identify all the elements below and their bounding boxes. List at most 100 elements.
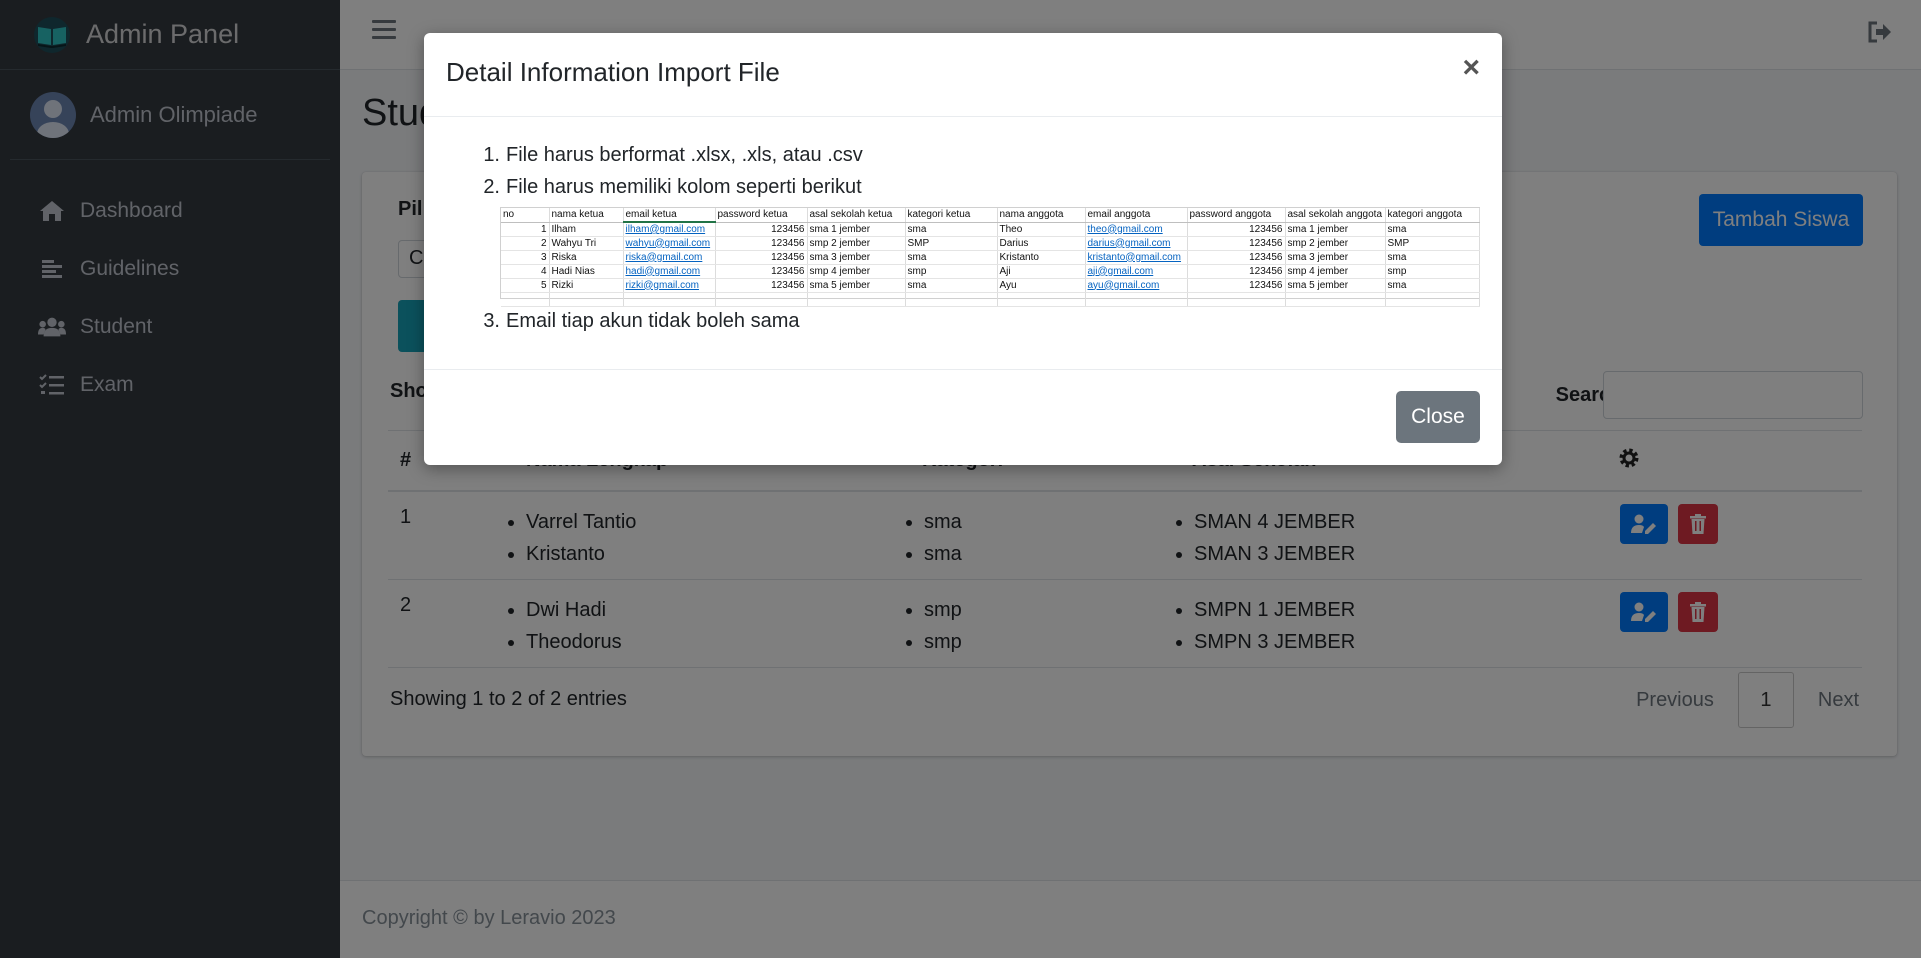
sheet-header-cell: password anggota [1187, 208, 1286, 223]
sheet-cell: SMP [905, 236, 998, 251]
sheet-cell: SMP [1385, 236, 1480, 251]
sheet-cell: sma 1 jember [807, 222, 906, 237]
sheet-cell: rizki@gmail.com [623, 278, 716, 293]
sheet-cell [1385, 292, 1480, 307]
sheet-cell: Aji [997, 264, 1086, 279]
sheet-cell [905, 292, 998, 307]
sheet-cell [1187, 292, 1286, 307]
sheet-cell: 5 [501, 278, 550, 293]
sheet-row: 4 Hadi Nias hadi@gmail.com 123456 smp 4 jemb… [501, 264, 1480, 279]
close-icon[interactable]: × [1462, 51, 1480, 85]
sheet-cell: darius@gmail.com [1085, 236, 1188, 251]
sheet-cell: smp 4 jember [1285, 264, 1386, 279]
sheet-body: 1 Ilham ilham@gmail.com 123456 sma 1 jember s… [501, 222, 1480, 307]
sheet-cell: smp 4 jember [807, 264, 906, 279]
sheet-cell [807, 292, 906, 307]
sheet-cell: 123456 [1187, 250, 1286, 265]
sheet-cell [997, 292, 1086, 307]
modal-title: Detail Information Import File [446, 57, 780, 87]
sheet-cell: 123456 [1187, 222, 1286, 237]
sheet-cell [549, 292, 624, 307]
sheet-cell: 1 [501, 222, 550, 237]
sheet-cell: 123456 [1187, 236, 1286, 251]
sheet-cell: sma 5 jember [807, 278, 906, 293]
sheet-cell: Ilham [549, 222, 624, 237]
sheet-row-empty [501, 292, 1480, 307]
sheet-cell: sma 5 jember [1285, 278, 1386, 293]
sheet-cell: smp 2 jember [807, 236, 906, 251]
sheet-cell: sma 3 jember [1285, 250, 1386, 265]
spreadsheet-example-image: no nama ketua email ketua password ketua asa… [500, 207, 1480, 307]
sheet-cell: 3 [501, 250, 550, 265]
sheet-header-cell: asal sekolah anggota [1285, 208, 1386, 223]
sheet-cell: Darius [997, 236, 1086, 251]
sheet-cell: wahyu@gmail.com [623, 236, 716, 251]
sheet-cell: sma [905, 278, 998, 293]
sheet-cell [1085, 292, 1188, 307]
sheet-cell: 123456 [1187, 264, 1286, 279]
sheet-cell: Hadi Nias [549, 264, 624, 279]
sheet-cell: 123456 [715, 264, 808, 279]
sheet-cell: Wahyu Tri [549, 236, 624, 251]
sheet-row: 1 Ilham ilham@gmail.com 123456 sma 1 jember s… [501, 222, 1480, 237]
sheet-cell: smp [1385, 264, 1480, 279]
requirements-list: 1. File harus berformat .xlsx, .xls, atau… [476, 139, 1476, 203]
sheet-cell: hadi@gmail.com [623, 264, 716, 279]
sheet-cell: sma 1 jember [1285, 222, 1386, 237]
sheet-cell: Kristanto [997, 250, 1086, 265]
sheet-cell: 123456 [1187, 278, 1286, 293]
modal-body: 1. File harus berformat .xlsx, .xls, atau… [424, 117, 1502, 370]
sheet-cell: smp [905, 264, 998, 279]
list-item: 3. Email tiap akun tidak boleh sama [483, 309, 800, 332]
sheet-row: 3 Riska riska@gmail.com 123456 sma 3 jember s… [501, 250, 1480, 265]
sheet-cell: sma [1385, 250, 1480, 265]
sheet-header-cell: nama anggota [997, 208, 1086, 223]
requirement-text: File harus berformat .xlsx, .xls, atau .… [506, 143, 863, 166]
sheet-cell: Theo [997, 222, 1086, 237]
list-item: 2. File harus memiliki kolom seperti beri… [483, 175, 862, 198]
requirement-text: File harus memiliki kolom seperti beriku… [506, 175, 862, 198]
sheet-cell [623, 292, 716, 307]
sheet-cell: 123456 [715, 250, 808, 265]
sheet-header-cell: kategori anggota [1385, 208, 1480, 223]
sheet-cell: sma [1385, 222, 1480, 237]
sheet-cell: aji@gmail.com [1085, 264, 1188, 279]
requirement-text: Email tiap akun tidak boleh sama [506, 309, 800, 332]
sheet-header-cell: no [501, 208, 550, 223]
sheet-cell: sma 3 jember [807, 250, 906, 265]
sheet-cell [715, 292, 808, 307]
close-button[interactable]: Close [1396, 391, 1480, 443]
sheet-cell: theo@gmail.com [1085, 222, 1188, 237]
sheet-cell: kristanto@gmail.com [1085, 250, 1188, 265]
sheet-cell: 4 [501, 264, 550, 279]
sheet-header-cell: asal sekolah ketua [807, 208, 906, 223]
sheet-cell: Rizki [549, 278, 624, 293]
sheet-cell: 2 [501, 236, 550, 251]
sheet-header-cell: kategori ketua [905, 208, 998, 223]
sheet-header-cell: email ketua [623, 208, 716, 223]
import-info-modal: Detail Information Import File × 1. File … [424, 33, 1502, 465]
sheet-cell: 123456 [715, 278, 808, 293]
sheet-cell: smp 2 jember [1285, 236, 1386, 251]
sheet-cell [501, 292, 550, 307]
sheet-row: 2 Wahyu Tri wahyu@gmail.com 123456 smp 2 jem… [501, 236, 1480, 251]
sheet-cell: sma [1385, 278, 1480, 293]
sheet-cell [1285, 292, 1386, 307]
sheet-header-cell: password ketua [715, 208, 808, 223]
modal-footer: Close [424, 370, 1502, 465]
sheet-header-row: no nama ketua email ketua password ketua asa… [501, 208, 1480, 223]
list-item: 1. File harus berformat .xlsx, .xls, atau… [483, 143, 863, 166]
sheet-row: 5 Rizki rizki@gmail.com 123456 sma 5 jember s… [501, 278, 1480, 293]
sheet-header-cell: email anggota [1085, 208, 1188, 223]
modal-header: Detail Information Import File × [424, 33, 1502, 117]
sheet-cell: sma [905, 222, 998, 237]
sheet-cell: riska@gmail.com [623, 250, 716, 265]
sheet-header-cell: nama ketua [549, 208, 624, 223]
sheet-cell: 123456 [715, 222, 808, 237]
sheet-cell: ilham@gmail.com [623, 222, 716, 237]
sheet-cell: sma [905, 250, 998, 265]
sheet-cell: Ayu [997, 278, 1086, 293]
sheet-cell: ayu@gmail.com [1085, 278, 1188, 293]
sheet-cell: Riska [549, 250, 624, 265]
sheet-cell: 123456 [715, 236, 808, 251]
